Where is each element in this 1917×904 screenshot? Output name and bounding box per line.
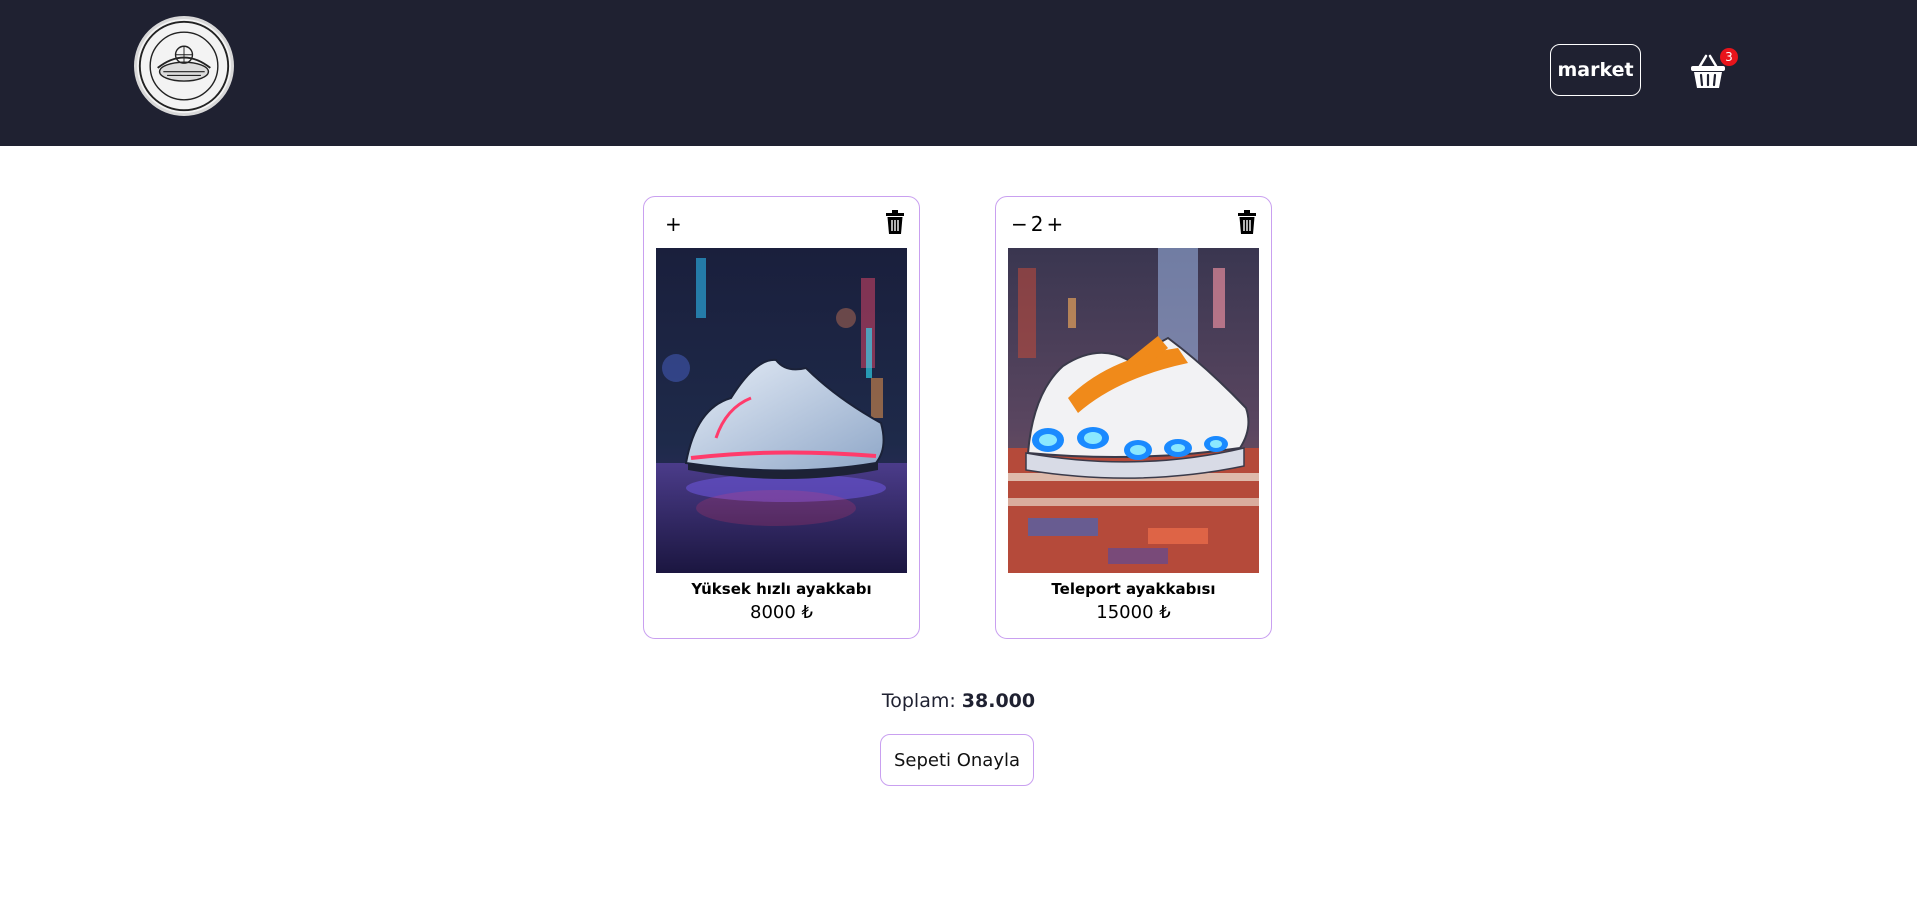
- logo-emblem-icon: [138, 20, 230, 112]
- quantity-controls: − 2 +: [1010, 211, 1064, 237]
- delete-item-button[interactable]: [1237, 210, 1257, 234]
- increase-quantity-button[interactable]: +: [664, 212, 683, 236]
- neon-sneaker-image: [656, 248, 907, 573]
- cart-count-badge: 3: [1720, 48, 1738, 66]
- trash-icon: [886, 210, 904, 234]
- total-value: 38.000: [961, 690, 1036, 712]
- cart-item-card: + Yüksek hızlı ayakkabı 8000 ₺: [643, 196, 920, 639]
- product-image: [656, 248, 907, 573]
- cart-button[interactable]: 3: [1688, 48, 1738, 92]
- brand-logo[interactable]: [134, 16, 234, 116]
- product-name: Yüksek hızlı ayakkabı: [691, 580, 872, 598]
- confirm-cart-button[interactable]: Sepeti Onayla: [880, 734, 1034, 786]
- cart-item-card: − 2 + Teleport ayakkabısı 15000 ₺: [995, 196, 1272, 639]
- trash-icon: [1238, 210, 1256, 234]
- product-image: [1008, 248, 1259, 573]
- product-name: Teleport ayakkabısı: [1051, 580, 1216, 598]
- teleport-sneaker-image: [1008, 248, 1259, 573]
- top-navbar: market 3: [0, 0, 1917, 146]
- product-price: 15000 ₺: [1096, 602, 1171, 623]
- total-label: Toplam:: [881, 690, 962, 712]
- cart-total: Toplam: 38.000: [0, 690, 1917, 712]
- quantity-value: 2: [1030, 212, 1044, 236]
- delete-item-button[interactable]: [885, 210, 905, 234]
- quantity-controls: +: [658, 211, 683, 237]
- decrease-quantity-button[interactable]: −: [1010, 212, 1029, 236]
- product-price: 8000 ₺: [750, 602, 813, 623]
- increase-quantity-button[interactable]: +: [1046, 212, 1065, 236]
- market-button[interactable]: market: [1550, 44, 1641, 96]
